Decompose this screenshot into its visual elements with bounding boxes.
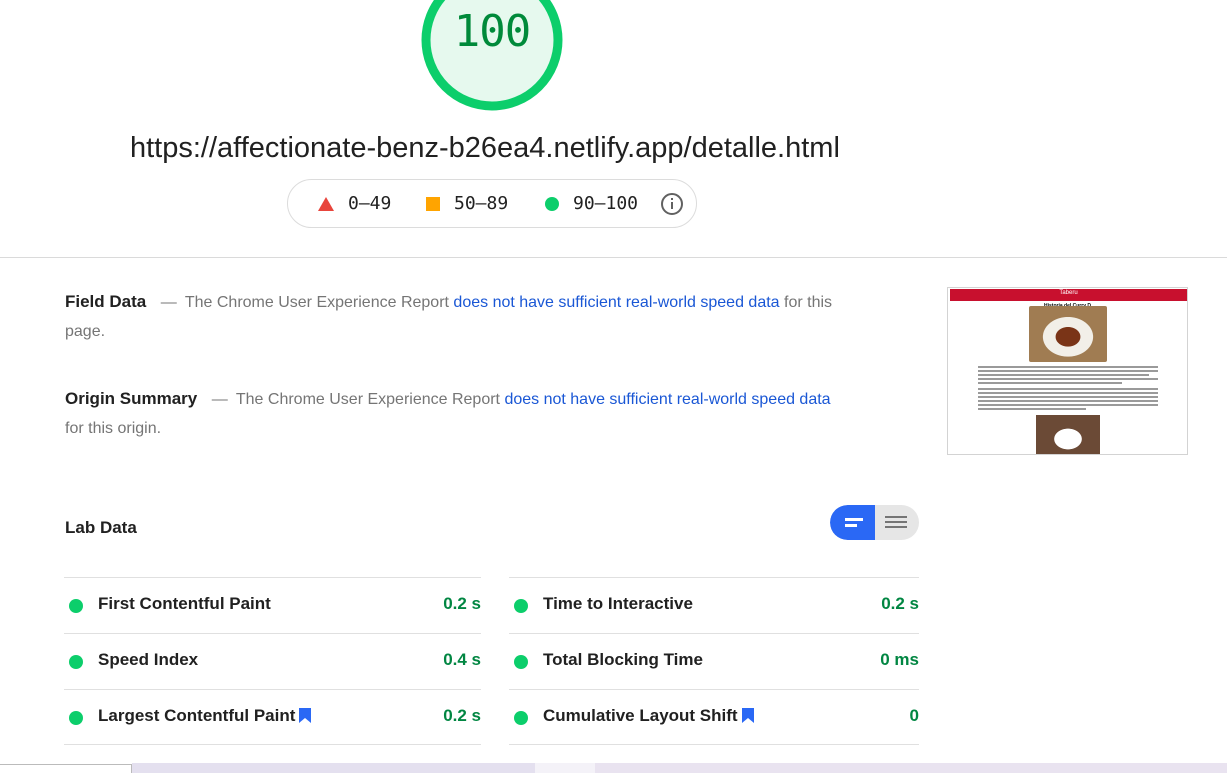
field-data-text: The Chrome User Experience Report: [184, 294, 449, 311]
pass-indicator-icon: [514, 711, 528, 725]
origin-summary-dash: —: [211, 391, 228, 408]
short-lines-icon: [845, 518, 863, 527]
origin-summary-text-after: for this origin.: [65, 420, 162, 437]
metric-label-wrap: Cumulative Layout Shift: [543, 706, 754, 726]
info-icon[interactable]: [660, 192, 684, 216]
metric-first-contentful-paint: First Contentful Paint 0.2 s: [64, 577, 481, 633]
metric-value: 0 ms: [880, 650, 919, 669]
metric-label: Largest Contentful Paint: [98, 706, 296, 725]
section-divider: [0, 257, 1227, 258]
thumbnail-text-block: [978, 366, 1158, 412]
lab-data-heading: Lab Data: [65, 518, 137, 537]
metric-total-blocking-time: Total Blocking Time 0 ms: [509, 633, 919, 689]
origin-summary-heading: Origin Summary: [65, 389, 198, 408]
bottom-tab-edge: [0, 764, 132, 773]
pass-indicator-icon: [69, 599, 83, 613]
metric-cumulative-layout-shift: Cumulative Layout Shift 0: [509, 689, 919, 745]
metric-label: First Contentful Paint: [98, 594, 271, 613]
legend-poor-label: 0–49: [348, 193, 392, 214]
thumbnail-rice-image: [1036, 415, 1100, 454]
metric-label: Cumulative Layout Shift: [543, 706, 738, 725]
bookmark-icon: [741, 708, 754, 723]
metric-time-to-interactive: Time to Interactive 0.2 s: [509, 577, 919, 633]
circle-icon: [545, 196, 559, 211]
metric-label: Speed Index: [98, 650, 199, 669]
page-url: https://affectionate-benz-b26ea4.netlify…: [130, 132, 840, 164]
metric-speed-index: Speed Index 0.4 s: [64, 633, 481, 689]
toggle-detail-view[interactable]: [875, 505, 919, 540]
thumbnail-title: Taberu: [1059, 290, 1078, 296]
legend-average-label: 50–89: [454, 193, 509, 214]
metric-value: 0.2 s: [881, 594, 919, 613]
origin-summary-text: The Chrome User Experience Report: [235, 391, 500, 408]
metric-value: 0.4 s: [443, 650, 481, 669]
field-data-link[interactable]: does not have sufficient real-world spee…: [453, 294, 779, 311]
long-lines-icon: [885, 516, 907, 528]
metric-value: 0.2 s: [443, 706, 481, 725]
metrics-view-toggle[interactable]: [830, 505, 919, 540]
pass-indicator-icon: [69, 711, 83, 725]
pass-indicator-icon: [69, 655, 83, 669]
legend-good: 90–100: [545, 193, 638, 214]
performance-score-gauge: 100: [420, 0, 564, 112]
score-legend: 0–49 50–89 90–100: [287, 179, 697, 228]
metric-largest-contentful-paint: Largest Contentful Paint 0.2 s: [64, 689, 481, 745]
metrics-column-left: First Contentful Paint 0.2 s Speed Index…: [64, 577, 481, 745]
origin-summary-link[interactable]: does not have sufficient real-world spee…: [504, 391, 830, 408]
legend-good-label: 90–100: [573, 193, 639, 214]
legend-poor: 0–49: [318, 193, 391, 214]
origin-summary-section: Origin Summary — The Chrome User Experie…: [65, 384, 845, 443]
metric-label-wrap: Largest Contentful Paint: [98, 706, 312, 726]
pass-indicator-icon: [514, 655, 528, 669]
page-screenshot-thumbnail[interactable]: Taberu Historia del Curry D: [947, 287, 1188, 455]
legend-average: 50–89: [426, 193, 508, 214]
toggle-summary-view[interactable]: [830, 505, 875, 540]
metrics-column-right: Time to Interactive 0.2 s Total Blocking…: [509, 577, 919, 745]
bottom-strip: [0, 763, 1227, 773]
triangle-icon: [318, 196, 334, 211]
field-data-dash: —: [160, 294, 177, 311]
metric-label: Time to Interactive: [543, 594, 693, 613]
bookmark-icon: [299, 708, 312, 723]
square-icon: [426, 196, 440, 211]
metric-value: 0: [909, 706, 919, 725]
thumbnail-curry-image: [1029, 306, 1107, 362]
score-value: 100: [453, 6, 531, 57]
thumbnail-header-bar: Taberu: [950, 289, 1187, 301]
metric-value: 0.2 s: [443, 594, 481, 613]
field-data-heading: Field Data: [65, 292, 147, 311]
pass-indicator-icon: [514, 599, 528, 613]
field-data-section: Field Data — The Chrome User Experience …: [65, 287, 855, 346]
metric-label: Total Blocking Time: [543, 650, 703, 669]
